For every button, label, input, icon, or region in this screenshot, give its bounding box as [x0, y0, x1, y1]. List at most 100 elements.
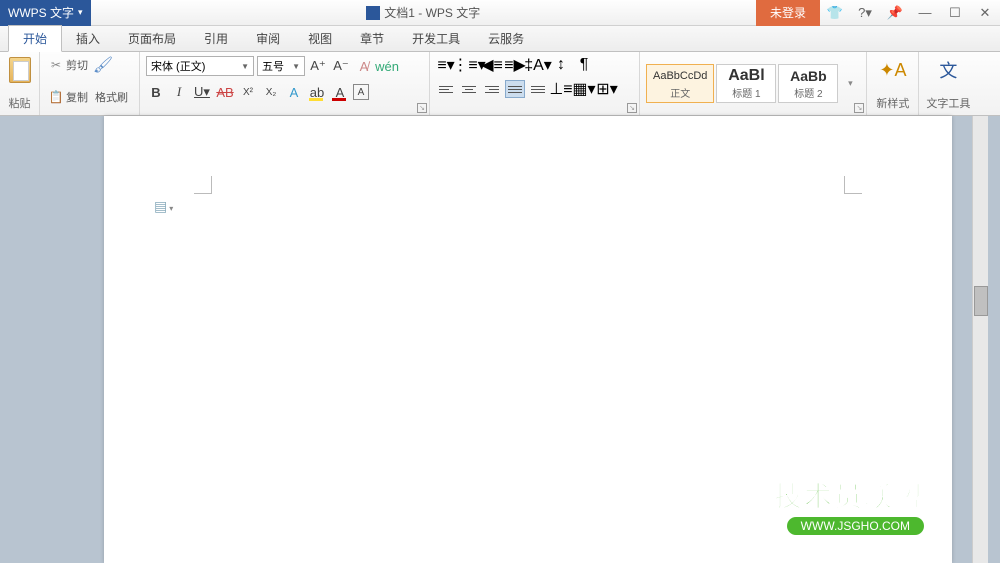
maximize-button[interactable]: ☐: [940, 0, 970, 26]
underline-button[interactable]: U▾: [192, 82, 212, 102]
close-button[interactable]: ✕: [970, 0, 1000, 26]
section-handle[interactable]: ▤▾: [154, 198, 173, 215]
char-border-button[interactable]: A: [353, 84, 369, 100]
tab-view[interactable]: 视图: [294, 26, 346, 51]
group-styles: AaBbCcDd 正文 AaBl 标题 1 AaBb 标题 2 ▾ ↘: [640, 52, 867, 115]
copy-icon: 📋: [48, 89, 64, 105]
watermark-text: 技术员联盟: [774, 475, 924, 515]
font-size-combo[interactable]: 五号▼: [257, 56, 305, 76]
right-margin: [952, 116, 972, 563]
clear-format-button[interactable]: A̸: [354, 56, 374, 76]
brush-icon: 🖌: [95, 57, 111, 73]
paste-label: 粘贴: [9, 95, 31, 111]
font-launcher-icon[interactable]: ↘: [417, 103, 427, 113]
justify-button[interactable]: [505, 80, 525, 98]
tabbar: 开始 插入 页面布局 引用 审阅 视图 章节 开发工具 云服务: [0, 26, 1000, 52]
group-new-style: ✦A 新样式: [867, 52, 919, 115]
page-icon: ▤: [154, 198, 167, 214]
new-style-button[interactable]: ✦A: [879, 56, 907, 84]
document-icon: [366, 6, 380, 20]
distribute-button[interactable]: [528, 80, 548, 98]
vertical-scrollbar[interactable]: [972, 116, 988, 563]
tab-stops-button[interactable]: ⊥≡: [551, 80, 571, 98]
skin-icon[interactable]: 👕: [820, 0, 850, 26]
login-button[interactable]: 未登录: [756, 0, 820, 26]
group-clipboard-ext: ✂剪切 🖌 📋复制 格式刷: [40, 52, 140, 115]
bold-button[interactable]: B: [146, 82, 166, 102]
sort-button[interactable]: ↕: [551, 56, 571, 74]
paste-button[interactable]: [6, 56, 34, 84]
minimize-button[interactable]: —: [910, 0, 940, 26]
style-heading1[interactable]: AaBl 标题 1: [716, 64, 776, 103]
help-icon[interactable]: ?▾: [850, 0, 880, 26]
tab-references[interactable]: 引用: [190, 26, 242, 51]
text-tools-button[interactable]: 文: [934, 56, 962, 84]
group-text-tools: 文 文字工具: [919, 52, 977, 115]
watermark: 技术员联盟 WWW.JSGHO.COM: [774, 475, 924, 535]
strikethrough-button[interactable]: AB: [215, 82, 235, 102]
margin-marker-tl: [194, 176, 212, 194]
group-clipboard: 粘贴: [0, 52, 40, 115]
shrink-font-button[interactable]: A⁻: [331, 56, 351, 76]
chevron-down-icon: ▼: [292, 62, 300, 71]
left-margin: [0, 116, 104, 563]
watermark-url: WWW.JSGHO.COM: [787, 517, 924, 535]
copy-button[interactable]: 📋复制: [46, 88, 90, 106]
decrease-indent-button[interactable]: ◀≡: [482, 56, 502, 74]
italic-button[interactable]: I: [169, 82, 189, 102]
title-center: 文档1 - WPS 文字: [91, 4, 756, 21]
styles-more-button[interactable]: ▾: [840, 74, 860, 94]
phonetic-button[interactable]: wén: [377, 56, 397, 76]
scroll-thumb[interactable]: [974, 286, 988, 316]
titlebar: W WPS 文字 ▾ 文档1 - WPS 文字 未登录 👕 ?▾ 📌 — ☐ ✕: [0, 0, 1000, 26]
pin-icon[interactable]: 📌: [880, 0, 910, 26]
font-name-combo[interactable]: 宋体 (正文)▼: [146, 56, 254, 76]
app-badge[interactable]: W WPS 文字 ▾: [0, 0, 91, 26]
borders-button[interactable]: ⊞▾: [597, 80, 617, 98]
chevron-down-icon: ▾: [78, 7, 83, 18]
superscript-button[interactable]: X²: [238, 82, 258, 102]
tab-page-layout[interactable]: 页面布局: [114, 26, 190, 51]
new-style-label[interactable]: 新样式: [876, 95, 909, 111]
align-right-button[interactable]: [482, 80, 502, 98]
group-font: 宋体 (正文)▼ 五号▼ A⁺ A⁻ A̸ wén B I U▾ AB X² X…: [140, 52, 430, 115]
group-paragraph: ≡▾ ⋮≡▾ ◀≡ ≡▶ ‡A▾ ↕ ¶ ⊥≡ ▦▾ ⊞▾ ↘: [430, 52, 640, 115]
tab-review[interactable]: 审阅: [242, 26, 294, 51]
shading-button[interactable]: ▦▾: [574, 80, 594, 98]
scissors-icon: ✂: [48, 57, 64, 73]
font-color-button[interactable]: A: [330, 82, 350, 102]
tab-section[interactable]: 章节: [346, 26, 398, 51]
tab-start[interactable]: 开始: [8, 25, 62, 52]
page[interactable]: ▤▾ 技术员联盟 WWW.JSGHO.COM: [104, 116, 952, 563]
align-left-button[interactable]: [436, 80, 456, 98]
align-center-button[interactable]: [459, 80, 479, 98]
char-shading-button[interactable]: A: [284, 82, 304, 102]
tab-insert[interactable]: 插入: [62, 26, 114, 51]
tab-developer[interactable]: 开发工具: [398, 26, 474, 51]
margin-marker-tr: [844, 176, 862, 194]
tab-cloud[interactable]: 云服务: [474, 26, 538, 51]
style-normal[interactable]: AaBbCcDd 正文: [646, 64, 714, 103]
title-right: 未登录 👕 ?▾ 📌 — ☐ ✕: [756, 0, 1000, 26]
cut-button[interactable]: ✂剪切: [46, 56, 90, 74]
styles-launcher-icon[interactable]: ↘: [854, 103, 864, 113]
document-title: 文档1 - WPS 文字: [384, 4, 480, 21]
right-edge: [988, 116, 1000, 563]
wps-logo-icon: W: [8, 6, 19, 20]
increase-indent-button[interactable]: ≡▶: [505, 56, 525, 74]
format-painter-label[interactable]: 格式刷: [93, 88, 130, 106]
format-painter-button[interactable]: 🖌: [93, 56, 113, 74]
paragraph-launcher-icon[interactable]: ↘: [627, 103, 637, 113]
ribbon: 粘贴 ✂剪切 🖌 📋复制 格式刷 宋体 (正文)▼ 五号▼ A⁺ A⁻ A̸ w…: [0, 52, 1000, 116]
show-marks-button[interactable]: ¶: [574, 56, 594, 74]
numbering-button[interactable]: ⋮≡▾: [459, 56, 479, 74]
style-heading2[interactable]: AaBb 标题 2: [778, 64, 838, 103]
app-name: WPS 文字: [19, 4, 74, 21]
text-tools-label[interactable]: 文字工具: [926, 95, 970, 111]
highlight-button[interactable]: ab: [307, 82, 327, 102]
line-spacing-button[interactable]: ‡A▾: [528, 56, 548, 74]
subscript-button[interactable]: X₂: [261, 82, 281, 102]
document-area: ▤▾ 技术员联盟 WWW.JSGHO.COM: [0, 116, 1000, 563]
chevron-down-icon: ▾: [169, 204, 173, 213]
grow-font-button[interactable]: A⁺: [308, 56, 328, 76]
